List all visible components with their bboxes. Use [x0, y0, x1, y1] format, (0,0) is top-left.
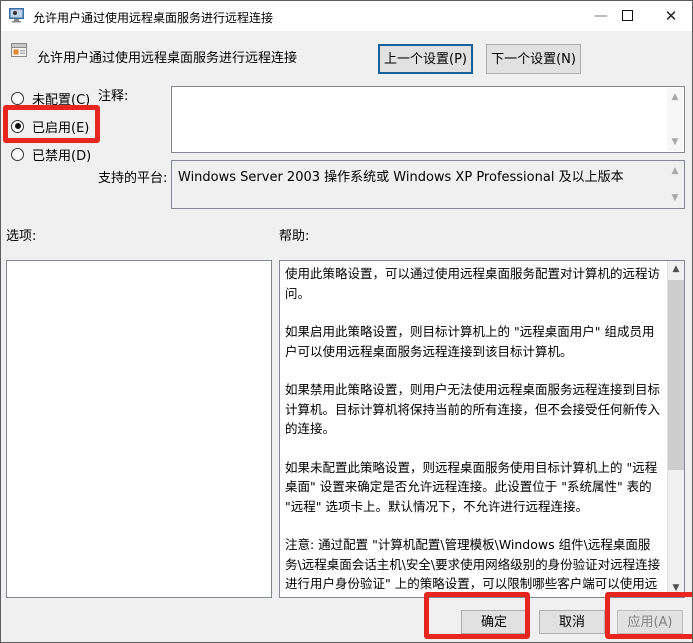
- radio-circle-icon: [11, 120, 24, 133]
- policy-setting-icon: [11, 42, 28, 59]
- scroll-down-icon[interactable]: ▼: [667, 135, 683, 149]
- scroll-down-icon[interactable]: ▼: [668, 580, 684, 597]
- policy-setting-dialog: 允许用户通过使用远程桌面服务进行远程连接 — ✕ 允许用户通过使用远程桌面服务进…: [0, 0, 693, 643]
- scrollbar-thumb[interactable]: [668, 280, 684, 470]
- cancel-button[interactable]: 取消: [539, 610, 605, 634]
- help-paragraph: 使用此策略设置，可以通过使用远程桌面服务配置对计算机的远程访问。: [285, 264, 662, 303]
- help-paragraph: 注意: 通过配置 "计算机配置\管理模板\Windows 组件\远程桌面服务\远…: [285, 535, 662, 597]
- help-text: 使用此策略设置，可以通过使用远程桌面服务配置对计算机的远程访问。如果启用此策略设…: [285, 264, 662, 597]
- help-scrollbar[interactable]: ▲ ▼: [667, 261, 684, 597]
- remote-desktop-window-icon: [9, 8, 26, 23]
- next-setting-button[interactable]: 下一个设置(N): [486, 44, 581, 74]
- comment-scrollbar[interactable]: ▲ ▼: [667, 88, 683, 151]
- setting-header: 允许用户通过使用远程桌面服务进行远程连接 上一个设置(P) 下一个设置(N): [1, 31, 692, 80]
- ok-button[interactable]: 确定: [461, 610, 527, 634]
- window-title: 允许用户通过使用远程桌面服务进行远程连接: [33, 9, 273, 26]
- scroll-down-icon[interactable]: ▼: [667, 191, 683, 205]
- radio-disabled[interactable]: 已禁用(D): [11, 145, 91, 163]
- options-label: 选项:: [6, 225, 36, 244]
- radio-label: 未配置(C): [32, 89, 90, 108]
- comment-label: 注释:: [98, 85, 128, 104]
- scroll-up-icon[interactable]: ▲: [667, 164, 683, 178]
- scroll-up-icon[interactable]: ▲: [667, 90, 683, 104]
- supported-on-value: Windows Server 2003 操作系统或 Windows XP Pro…: [178, 166, 662, 185]
- close-button[interactable]: ✕: [654, 1, 688, 31]
- previous-setting-button[interactable]: 上一个设置(P): [378, 44, 473, 74]
- maximize-button[interactable]: [610, 1, 644, 31]
- supported-on-label: 支持的平台:: [98, 167, 167, 186]
- options-panel: [6, 260, 272, 598]
- supported-on-textbox[interactable]: Windows Server 2003 操作系统或 Windows XP Pro…: [171, 160, 685, 209]
- setting-name: 允许用户通过使用远程桌面服务进行远程连接: [37, 47, 297, 66]
- supported-on-scrollbar[interactable]: ▲ ▼: [667, 162, 683, 207]
- radio-enabled[interactable]: 已启用(E): [11, 117, 89, 135]
- scroll-up-icon[interactable]: ▲: [668, 261, 684, 278]
- radio-label: 已禁用(D): [32, 145, 91, 164]
- maximize-icon: [622, 10, 633, 21]
- radio-label: 已启用(E): [32, 117, 89, 136]
- radio-circle-icon: [11, 92, 24, 105]
- title-bar: 允许用户通过使用远程桌面服务进行远程连接 — ✕: [1, 1, 692, 31]
- help-paragraph: 如果禁用此策略设置，则用户无法使用远程桌面服务远程连接到目标计算机。目标计算机将…: [285, 380, 662, 439]
- help-paragraph: 如果未配置此策略设置，则远程桌面服务使用目标计算机上的 "远程桌面" 设置来确定…: [285, 458, 662, 517]
- apply-button[interactable]: 应用(A): [617, 610, 683, 634]
- help-panel: 使用此策略设置，可以通过使用远程桌面服务配置对计算机的远程访问。如果启用此策略设…: [279, 260, 685, 598]
- radio-not-configured[interactable]: 未配置(C): [11, 89, 90, 107]
- comment-textbox[interactable]: ▲ ▼: [171, 86, 685, 153]
- help-paragraph: 如果启用此策略设置，则目标计算机上的 "远程桌面用户" 组成员用户可以使用远程桌…: [285, 322, 662, 361]
- help-label: 帮助:: [279, 225, 309, 244]
- radio-circle-icon: [11, 148, 24, 161]
